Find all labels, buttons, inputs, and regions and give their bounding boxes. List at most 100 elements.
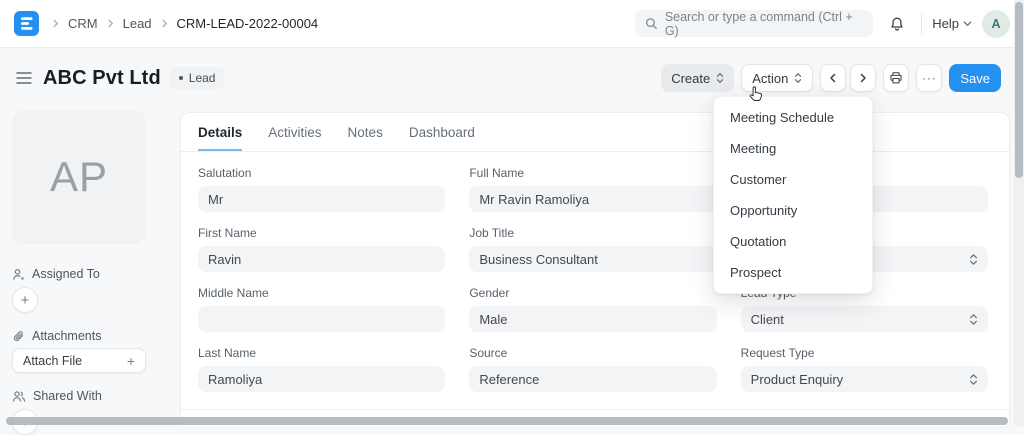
chevron-left-icon [828, 73, 838, 83]
vertical-scrollbar-thumb[interactable] [1015, 2, 1023, 178]
last-name-input[interactable]: Ramoliya [198, 366, 445, 392]
create-dropdown-menu: Meeting ScheduleMeetingCustomerOpportuni… [713, 96, 873, 294]
shared-with-section: Shared With [12, 389, 168, 403]
form-card: Details Activities Notes Dashboard Salutati… [180, 112, 1010, 426]
plus-icon: + [127, 353, 135, 369]
source-input[interactable]: Reference [469, 366, 716, 392]
document-sidebar: AP Assigned To + Attachments Attach File… [0, 108, 180, 426]
erpnext-logo[interactable] [14, 11, 39, 36]
create-menu-item-meeting-schedule[interactable]: Meeting Schedule [714, 102, 872, 133]
bell-icon [889, 16, 905, 32]
middle-name-input[interactable] [198, 306, 445, 332]
field-first-name: First Name Ravin [198, 226, 445, 272]
printer-icon [889, 71, 903, 85]
field-label-request-type: Request Type [741, 346, 988, 361]
horizontal-scrollbar-thumb[interactable] [6, 417, 1008, 425]
request-type-select[interactable]: Product Enquiry [741, 366, 988, 392]
print-button[interactable] [883, 64, 909, 92]
field-value-lead-type: Client [751, 312, 784, 327]
field-label-last-name: Last Name [198, 346, 445, 361]
field-label-job-title: Job Title [469, 226, 716, 241]
create-menu-item-prospect[interactable]: Prospect [714, 257, 872, 288]
field-value-source: Reference [479, 372, 539, 387]
assigned-to-label: Assigned To [32, 267, 100, 281]
doctype-badge: Lead [170, 67, 225, 89]
field-label-first-name: First Name [198, 226, 445, 241]
tab-details[interactable]: Details [198, 113, 242, 151]
tab-activities[interactable]: Activities [268, 113, 321, 151]
navbar-right: Search or type a command (Ctrl + G) Help… [635, 10, 1010, 38]
tab-notes[interactable]: Notes [348, 113, 383, 151]
previous-document-button[interactable] [820, 64, 846, 92]
next-document-button[interactable] [850, 64, 876, 92]
user-avatar[interactable]: A [982, 10, 1010, 38]
create-menu-item-opportunity[interactable]: Opportunity [714, 195, 872, 226]
field-value-job-title: Business Consultant [479, 252, 598, 267]
tab-dashboard[interactable]: Dashboard [409, 113, 475, 151]
breadcrumb-current-doc[interactable]: CRM-LEAD-2022-00004 [177, 16, 319, 31]
field-value-full-name: Mr Ravin Ramoliya [479, 192, 589, 207]
chevron-down-icon [963, 19, 972, 28]
more-options-button[interactable]: ··· [916, 64, 942, 92]
section-divider [181, 409, 1009, 410]
field-label-salutation: Salutation [198, 166, 445, 181]
ellipsis-icon: ··· [922, 71, 937, 85]
field-last-name: Last Name Ramoliya [198, 346, 445, 392]
navbar-divider [921, 14, 922, 34]
add-assignment-button[interactable]: + [12, 287, 38, 313]
lead-image-placeholder[interactable]: AP [12, 110, 146, 244]
chevron-right-icon [160, 19, 169, 28]
select-updown-icon [969, 253, 978, 266]
hamburger-icon [16, 71, 32, 85]
field-source: SourceReference [469, 346, 716, 392]
select-updown-icon [716, 72, 724, 84]
breadcrumb-lead[interactable]: Lead [123, 16, 152, 31]
attach-file-button[interactable]: Attach File + [12, 348, 146, 373]
search-input[interactable]: Search or type a command (Ctrl + G) [635, 10, 873, 37]
field-gender: GenderMale [469, 286, 716, 332]
first-name-input[interactable]: Ravin [198, 246, 445, 272]
create-button-label: Create [671, 71, 710, 86]
chevron-right-icon [858, 73, 868, 83]
create-menu-item-quotation[interactable]: Quotation [714, 226, 872, 257]
badge-dot-icon [179, 76, 183, 80]
field-value-gender: Male [479, 312, 507, 327]
vertical-scrollbar-track [1014, 0, 1024, 426]
notifications-button[interactable] [883, 10, 911, 38]
gender-input[interactable]: Male [469, 306, 716, 332]
action-button[interactable]: Action [741, 64, 813, 92]
search-placeholder: Search or type a command (Ctrl + G) [665, 10, 863, 38]
top-navbar: CRM Lead CRM-LEAD-2022-00004 Search or t… [0, 0, 1024, 48]
field-value-first-name: Ravin [208, 252, 241, 267]
badge-label: Lead [189, 71, 216, 85]
field-value-last-name: Ramoliya [208, 372, 262, 387]
attach-file-label: Attach File [23, 354, 82, 368]
save-button[interactable]: Save [949, 64, 1001, 92]
field-label-full-name: Full Name [469, 166, 716, 181]
header-actions: Create Action ··· Save [661, 64, 1001, 92]
attachments-section: Attachments [12, 329, 168, 343]
field-value-request-type: Product Enquiry [751, 372, 844, 387]
paperclip-icon [12, 330, 25, 343]
field-value-salutation: Mr [208, 192, 223, 207]
sidebar-toggle-button[interactable] [14, 69, 34, 87]
tab-bar: Details Activities Notes Dashboard [181, 113, 1009, 152]
assign-person-icon [12, 268, 25, 281]
create-menu-item-customer[interactable]: Customer [714, 164, 872, 195]
create-button[interactable]: Create [661, 64, 734, 92]
search-icon [645, 17, 658, 30]
save-button-label: Save [960, 71, 990, 86]
assigned-to-section: Assigned To [12, 267, 168, 281]
lead-type-select[interactable]: Client [741, 306, 988, 332]
job-title-input[interactable]: Business Consultant [469, 246, 716, 272]
plus-icon: + [21, 292, 30, 309]
field-salutation: Salutation Mr [198, 166, 445, 212]
select-updown-icon [969, 313, 978, 326]
salutation-input[interactable]: Mr [198, 186, 445, 212]
help-menu[interactable]: Help [932, 16, 972, 31]
create-menu-item-meeting[interactable]: Meeting [714, 133, 872, 164]
breadcrumb-crm[interactable]: CRM [68, 16, 98, 31]
chevron-right-icon [51, 19, 60, 28]
field-full-name: Full Name Mr Ravin Ramoliya [469, 166, 716, 212]
full-name-input[interactable]: Mr Ravin Ramoliya [469, 186, 716, 212]
